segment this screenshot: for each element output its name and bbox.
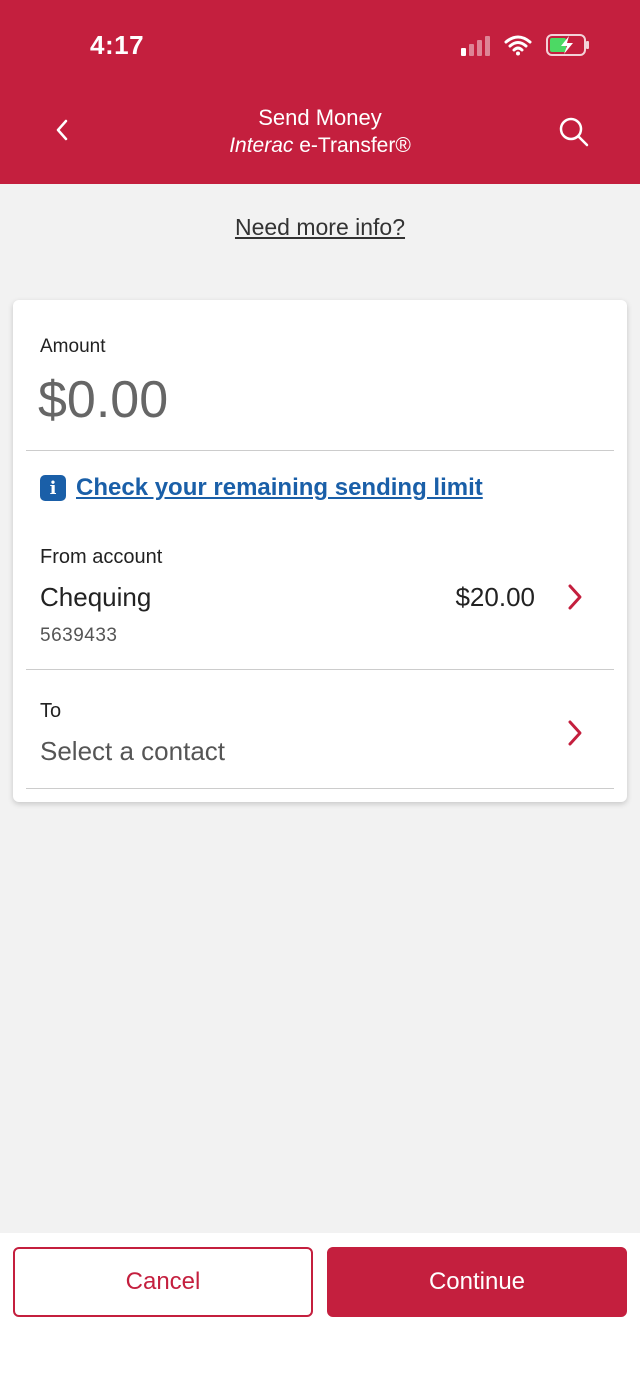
divider [26, 788, 614, 789]
select-contact-placeholder: Select a contact [40, 736, 225, 766]
subtitle-brand: Interac [229, 134, 294, 157]
need-more-info-link[interactable]: Need more info? [235, 214, 405, 240]
search-icon [559, 117, 589, 147]
sending-limit-label: Check your remaining sending limit [76, 474, 483, 501]
divider [26, 450, 614, 451]
page-subtitle: Interac e-Transfer® [120, 132, 520, 160]
from-account-number: 5639433 [40, 625, 118, 646]
chevron-right-icon [563, 580, 587, 614]
to-label: To [40, 700, 62, 722]
info-icon: i [40, 475, 66, 501]
amount-label: Amount [40, 336, 106, 357]
subtitle-rest: e-Transfer® [293, 134, 411, 157]
battery-charging-icon [546, 34, 589, 56]
continue-button[interactable]: Continue [327, 1247, 627, 1317]
transfer-form-card: Amount i Check your remaining sending li… [13, 300, 627, 802]
cancel-button[interactable]: Cancel [13, 1247, 313, 1317]
back-button[interactable] [40, 108, 84, 152]
need-more-info: Need more info? [0, 214, 640, 241]
to-contact-selector[interactable]: To Select a contact [13, 670, 627, 788]
page-title: Send Money [258, 105, 382, 130]
wifi-icon [504, 35, 532, 56]
header-title: Send Money Interac e-Transfer® [120, 104, 520, 160]
status-icons [461, 34, 590, 56]
amount-input[interactable] [38, 370, 438, 430]
search-button[interactable] [552, 110, 596, 154]
from-account-name: Chequing [40, 582, 152, 612]
from-account-balance: $20.00 [455, 582, 535, 612]
chevron-right-icon [563, 716, 587, 750]
signal-icon [461, 34, 490, 56]
chevron-left-icon [56, 119, 68, 141]
status-time: 4:17 [90, 30, 145, 60]
from-account-selector[interactable]: From account Chequing 5639433 $20.00 [13, 530, 627, 668]
sending-limit-link[interactable]: i Check your remaining sending limit [40, 474, 483, 502]
app-header: 4:17 Send Money Interac e-Transfer® [0, 0, 640, 184]
action-footer: Cancel Continue [0, 1233, 640, 1387]
from-account-label: From account [40, 546, 163, 568]
